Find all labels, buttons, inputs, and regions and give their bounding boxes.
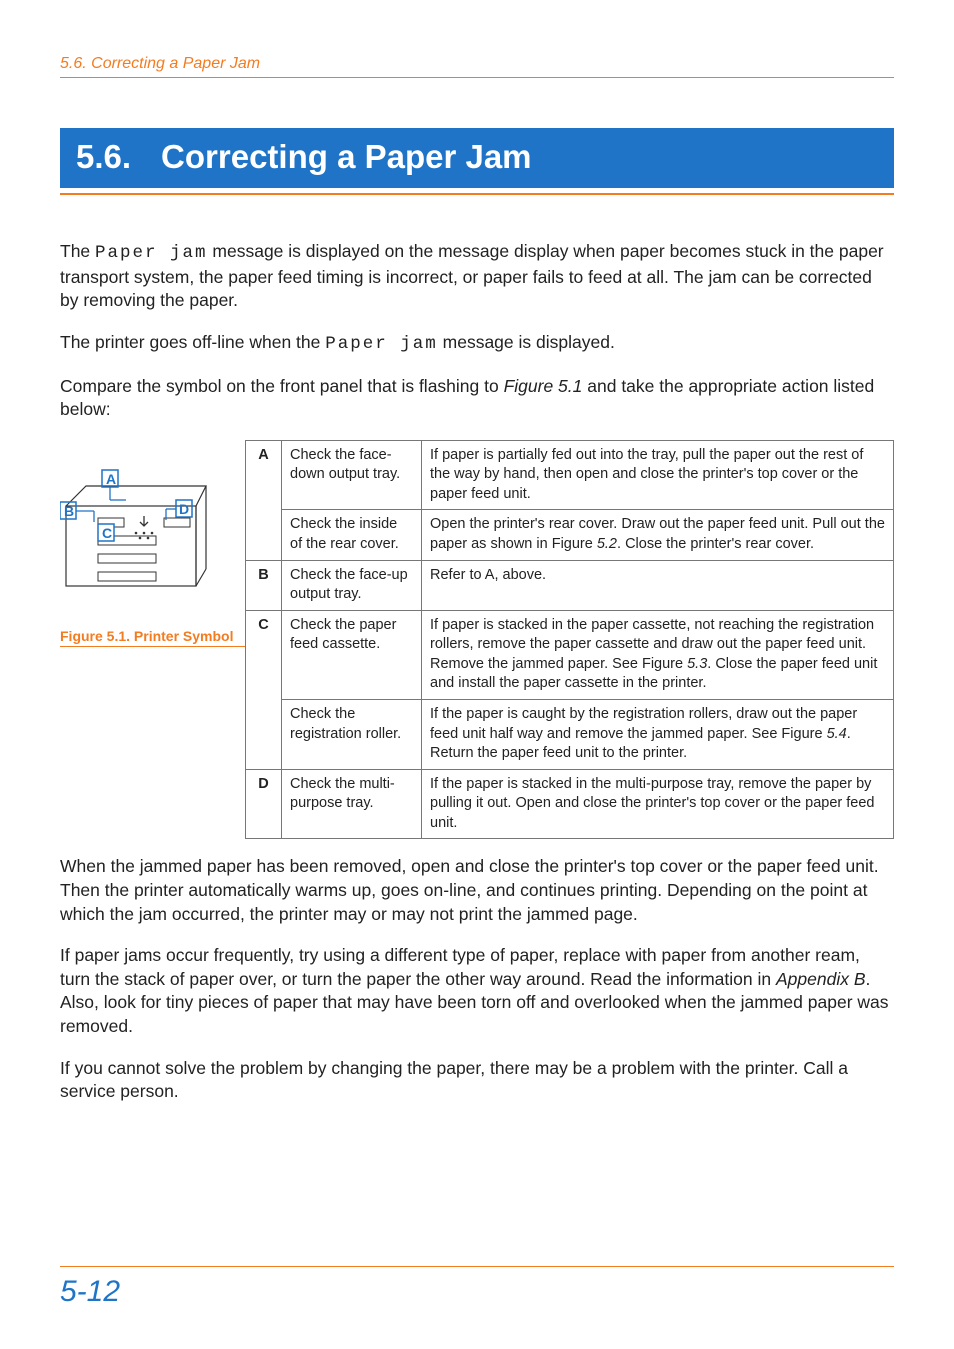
intro-paragraph-2: The printer goes off-line when the Paper… xyxy=(60,331,894,357)
figure-label-c: C xyxy=(102,525,112,541)
table-row: Check the registration roller. If the pa… xyxy=(246,699,894,769)
cell-check: Check the paper feed cassette. xyxy=(282,610,422,699)
text: If paper jams occur frequently, try usin… xyxy=(60,945,860,989)
section-title: 5.6. Correcting a Paper Jam xyxy=(60,128,894,188)
page-number: 5-12 xyxy=(60,1275,894,1309)
section-number: 5.6. xyxy=(76,138,131,175)
table-row: D Check the multi-purpose tray. If the p… xyxy=(246,769,894,839)
figure-label-d: D xyxy=(179,501,189,517)
figure-label-a: A xyxy=(106,471,116,487)
body-paragraph: If paper jams occur frequently, try usin… xyxy=(60,944,894,1039)
table-row: B Check the face-up output tray. Refer t… xyxy=(246,560,894,610)
cell-letter-c: C xyxy=(246,610,282,769)
text: If the paper is caught by the registrati… xyxy=(430,706,857,742)
cell-check: Check the inside of the rear cover. xyxy=(282,510,422,560)
appendix-reference: Appendix B xyxy=(776,969,866,989)
cell-action: If the paper is stacked in the multi-pur… xyxy=(422,769,894,839)
cell-check: Check the face-down output tray. xyxy=(282,440,422,510)
cell-check: Check the registration roller. xyxy=(282,699,422,769)
paper-jam-table: A Check the face-down output tray. If pa… xyxy=(245,440,894,840)
cell-action: If the paper is caught by the registrati… xyxy=(422,699,894,769)
figure-column: A B C D Figure 5.1. Printer Symbol xyxy=(60,440,245,647)
cell-check: Check the face-up output tray. xyxy=(282,560,422,610)
figure-reference: 5.4 xyxy=(827,726,847,742)
running-header: 5.6. Correcting a Paper Jam xyxy=(60,55,894,78)
text: The printer goes off-line when the xyxy=(60,332,325,352)
text: The xyxy=(60,241,95,261)
figure-reference: 5.2 xyxy=(597,536,617,552)
text: message is displayed. xyxy=(438,332,615,352)
page-footer: 5-12 xyxy=(60,1266,894,1309)
cell-action: If paper is stacked in the paper cassett… xyxy=(422,610,894,699)
figure-reference: Figure 5.1 xyxy=(504,376,583,396)
code-paper-jam: Paper jam xyxy=(325,334,438,354)
text: . Close the printer's rear cover. xyxy=(617,536,814,552)
table-row: Check the inside of the rear cover. Open… xyxy=(246,510,894,560)
cell-letter-b: B xyxy=(246,560,282,610)
cell-action: If paper is partially fed out into the t… xyxy=(422,440,894,510)
intro-paragraph-1: The Paper jam message is displayed on th… xyxy=(60,240,894,313)
figure-and-table-row: A B C D Figure 5.1. Printer Symbol A Che… xyxy=(60,440,894,840)
section-title-text: Correcting a Paper Jam xyxy=(161,138,531,175)
body-paragraph: When the jammed paper has been removed, … xyxy=(60,855,894,926)
text: Compare the symbol on the front panel th… xyxy=(60,376,504,396)
figure-reference: 5.3 xyxy=(687,656,707,672)
table-row: A Check the face-down output tray. If pa… xyxy=(246,440,894,510)
table-column: A Check the face-down output tray. If pa… xyxy=(245,440,894,840)
intro-paragraph-3: Compare the symbol on the front panel th… xyxy=(60,375,894,422)
body-paragraph: If you cannot solve the problem by chang… xyxy=(60,1057,894,1104)
section-title-block: 5.6. Correcting a Paper Jam xyxy=(60,128,894,195)
printer-symbol-figure: A B C D xyxy=(60,464,208,599)
cell-check: Check the multi-purpose tray. xyxy=(282,769,422,839)
cell-action: Open the printer's rear cover. Draw out … xyxy=(422,510,894,560)
cell-letter-d: D xyxy=(246,769,282,839)
code-paper-jam: Paper jam xyxy=(95,243,208,263)
figure-label-b: B xyxy=(64,503,74,519)
cell-action: Refer to A, above. xyxy=(422,560,894,610)
table-row: C Check the paper feed cassette. If pape… xyxy=(246,610,894,699)
figure-caption: Figure 5.1. Printer Symbol xyxy=(60,629,245,647)
cell-letter-a: A xyxy=(246,440,282,560)
footer-rule xyxy=(60,1266,894,1267)
